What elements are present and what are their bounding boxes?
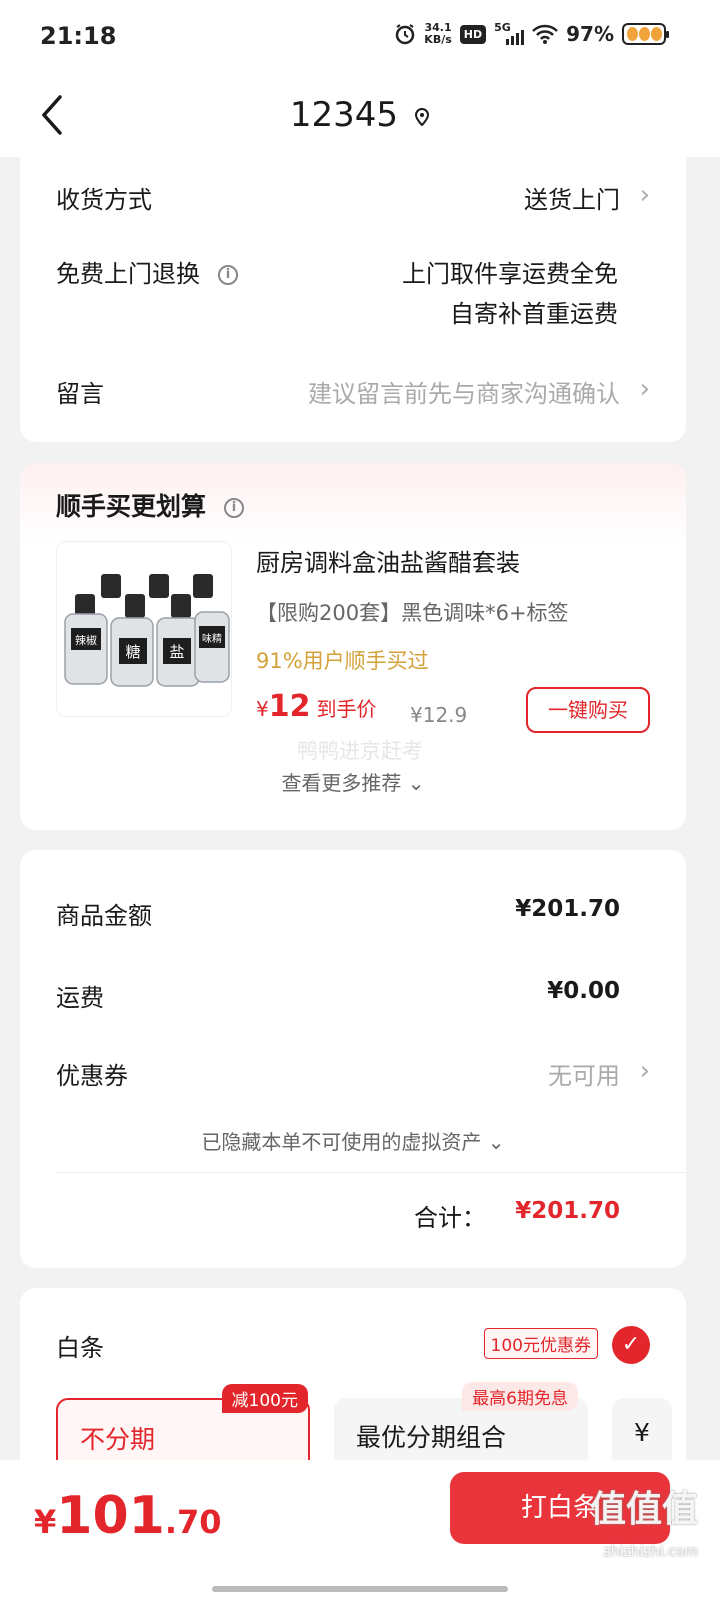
free-return-value-1: 上门取件享运费全免	[402, 260, 618, 288]
spice-jars-image: 辣椒 糖 盐 味精	[57, 542, 231, 716]
info-icon[interactable]: i	[224, 498, 245, 518]
delivery-method-value: 送货上门	[524, 186, 620, 214]
checkout-price-int: 101	[56, 1486, 165, 1546]
product-image[interactable]: 辣椒 糖 盐 味精	[56, 541, 232, 717]
chevron-right-icon: ›	[639, 180, 650, 210]
chevron-right-icon: ›	[639, 374, 650, 404]
checkmark-icon[interactable]: ✓	[612, 1326, 650, 1364]
option-badge: 减100元	[221, 1384, 308, 1413]
free-return-value-2: 自寄补首重运费	[450, 300, 618, 328]
home-indicator[interactable]	[212, 1586, 508, 1592]
coupon-row[interactable]: 优惠券 无可用 ›	[56, 1056, 650, 1090]
delivery-method-row[interactable]: 收货方式 送货上门 ›	[56, 180, 650, 214]
jar-label-3: 盐	[169, 643, 184, 661]
divider	[56, 1172, 686, 1173]
battery-icon	[622, 23, 669, 45]
page-title[interactable]: 12345	[0, 95, 720, 135]
checkout-price-dec: .70	[164, 1503, 222, 1541]
address-title: 12345	[289, 95, 399, 135]
recommend-card: 顺手买更划算 i 辣椒 糖 盐 味精 厨房调料盒油盐酱醋套装 【限购200套】黑色…	[20, 463, 686, 830]
product-price: ¥12 到手价	[256, 689, 376, 724]
total-label: 合计：	[414, 1204, 486, 1232]
one-click-buy-button[interactable]: 一键购买	[526, 687, 650, 733]
goods-amount-label: 商品金额	[56, 902, 152, 930]
payment-card: 白条 100元优惠券 ✓ 减100元 不分期 最高6期免息 最优分期组合 ¥	[20, 1288, 686, 1488]
jar-label-1: 辣椒	[75, 633, 97, 647]
user-watermark: 鸭鸭进京赶考	[297, 739, 423, 763]
option-label: ¥	[634, 1418, 650, 1447]
free-return-row: 免费上门退换 i 上门取件享运费全免 自寄补首重运费	[56, 254, 650, 334]
option-label: 最优分期组合	[356, 1423, 507, 1452]
delivery-method-label: 收货方式	[56, 186, 152, 214]
network-speed-unit: KB/s	[424, 33, 452, 46]
recommend-title: 顺手买更划算 i	[56, 487, 245, 523]
more-recommend-button[interactable]: 查看更多推荐 ⌄	[20, 767, 686, 796]
checkout-price-symbol: ¥	[34, 1503, 57, 1541]
goods-amount-row: 商品金额 ¥201.70	[56, 896, 650, 930]
message-row[interactable]: 留言 建议留言前先与商家沟通确认 ›	[56, 374, 650, 408]
price-symbol: ¥	[256, 697, 269, 721]
order-summary-card: 商品金额 ¥201.70 运费 ¥0.00 优惠券 无可用 › 已隐藏本单不可使…	[20, 850, 686, 1268]
free-return-label: 免费上门退换 i	[56, 254, 238, 289]
coupon-value: 无可用	[548, 1062, 620, 1090]
signal-icon: 5G	[494, 21, 525, 45]
coupon-label: 优惠券	[56, 1062, 128, 1090]
message-input[interactable]: 建议留言前先与商家沟通确认	[308, 374, 620, 409]
chevron-down-icon: ⌄	[407, 771, 425, 795]
network-speed: 34.1 KB/s	[424, 22, 451, 46]
payment-method-label: 白条	[56, 1334, 104, 1362]
option-label: 不分期	[80, 1425, 156, 1454]
price-value: 12	[268, 689, 311, 724]
product-bought-rate: 91%用户顺手买过	[256, 649, 429, 673]
status-time: 21:18	[40, 22, 117, 50]
coupon-badge: 100元优惠券	[483, 1328, 598, 1359]
jar-label-4: 味精	[202, 632, 222, 645]
checkout-price: ¥101.70	[34, 1486, 222, 1546]
site-watermark-logo: 值值值	[589, 1489, 698, 1530]
price-tag: 到手价	[316, 697, 377, 721]
battery-percent: 97%	[566, 22, 614, 46]
jar-label-2: 糖	[125, 643, 140, 661]
alarm-icon	[396, 24, 415, 45]
status-icons: 34.1 KB/s HD 5G 97%	[394, 21, 669, 46]
delivery-card: 收货方式 送货上门 › 免费上门退换 i 上门取件享运费全免 自寄补首重运费 留言…	[20, 140, 686, 442]
wifi-icon	[532, 24, 559, 44]
site-watermark-url: zhizhizhi.com	[603, 1544, 698, 1560]
location-pin-icon	[415, 107, 430, 126]
product-spec: 【限购200套】黑色调味*6+标签	[256, 601, 569, 625]
message-label: 留言	[56, 380, 104, 408]
shipping-row: 运费 ¥0.00	[56, 978, 650, 1012]
chevron-right-icon: ›	[639, 1056, 650, 1086]
option-badge: 最高6期免息	[462, 1382, 578, 1411]
hidden-assets-toggle[interactable]: 已隐藏本单不可使用的虚拟资产 ⌄	[20, 1126, 686, 1155]
status-bar: 21:18 34.1 KB/s HD 5G 97%	[0, 0, 720, 75]
goods-amount-value: ¥201.70	[515, 896, 620, 922]
original-price: ¥12.9	[410, 703, 468, 727]
shipping-label: 运费	[56, 984, 104, 1012]
total-value: ¥201.70	[515, 1198, 620, 1224]
hd-icon: HD	[459, 24, 487, 44]
chevron-down-icon: ⌄	[487, 1130, 505, 1154]
info-icon[interactable]: i	[218, 265, 238, 285]
total-row: ¥201.70 合计：	[56, 1198, 650, 1232]
shipping-value: ¥0.00	[547, 978, 620, 1004]
product-name[interactable]: 厨房调料盒油盐酱醋套装	[256, 543, 520, 578]
